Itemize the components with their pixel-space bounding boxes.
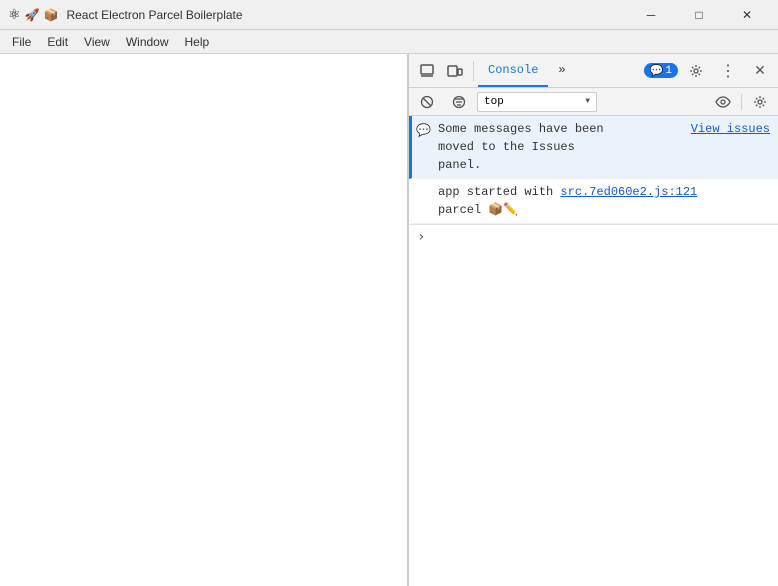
clear-console-button[interactable] [413,88,441,116]
issues-badge[interactable]: 💬 1 [644,63,678,78]
more-options-button[interactable]: ⋮ [714,57,742,85]
separator2 [741,94,742,110]
devtools-toolbar2: top ▼ [409,88,778,116]
device-toolbar-button[interactable] [441,57,469,85]
log-text: app started with [438,185,560,199]
app-icon-area: ⚛ 🚀 📦 [8,6,58,23]
console-message-log: app started with src.7ed060e2.js:121 par… [409,179,778,224]
window-title: React Electron Parcel Boilerplate [66,8,628,22]
console-message-info: 💬 Some messages have been moved to the I… [409,116,778,179]
main-content: Console » 💬 1 ⋮ ✕ [0,54,778,586]
context-value: top [484,96,504,108]
eye-button[interactable] [709,88,737,116]
close-button[interactable]: ✕ [724,0,770,30]
log-text2: parcel 📦✏️ [438,203,518,217]
menu-help[interactable]: Help [177,30,218,53]
info-message-text: Some messages have been moved to the Iss… [438,120,671,174]
inspect-element-button[interactable] [413,57,441,85]
menu-file[interactable]: File [4,30,39,53]
context-dropdown[interactable]: top ▼ [477,92,597,112]
menu-window[interactable]: Window [118,30,177,53]
maximize-button[interactable]: □ [676,0,722,30]
filter-button[interactable] [445,88,473,116]
info-icon: 💬 [416,122,432,140]
app-panel [0,54,408,586]
console-input-row: › ​ [409,224,778,249]
separator [473,61,474,81]
menu-edit[interactable]: Edit [39,30,76,53]
devtools-toolbar: Console » 💬 1 ⋮ ✕ [409,54,778,88]
minimize-button[interactable]: ─ [628,0,674,30]
tab-console[interactable]: Console [478,54,548,87]
devtools-panel: Console » 💬 1 ⋮ ✕ [408,54,778,586]
tab-more[interactable]: » [548,54,575,87]
menu-view[interactable]: View [76,30,118,53]
chevron-down-icon: ▼ [585,97,590,106]
view-issues-link[interactable]: View issues [691,120,770,138]
issues-count: 1 [665,65,672,77]
devtools-right-controls: 💬 1 ⋮ ✕ [644,57,774,85]
settings-button[interactable] [682,57,710,85]
settings2-button[interactable] [746,88,774,116]
console-prompt-icon: › [417,229,425,245]
close-devtools-button[interactable]: ✕ [746,57,774,85]
window-controls: ─ □ ✕ [628,0,770,30]
menu-bar: File Edit View Window Help [0,30,778,54]
title-bar: ⚛ 🚀 📦 React Electron Parcel Boilerplate … [0,0,778,30]
console-content: 💬 Some messages have been moved to the I… [409,116,778,586]
source-link[interactable]: src.7ed060e2.js:121 [560,185,697,199]
